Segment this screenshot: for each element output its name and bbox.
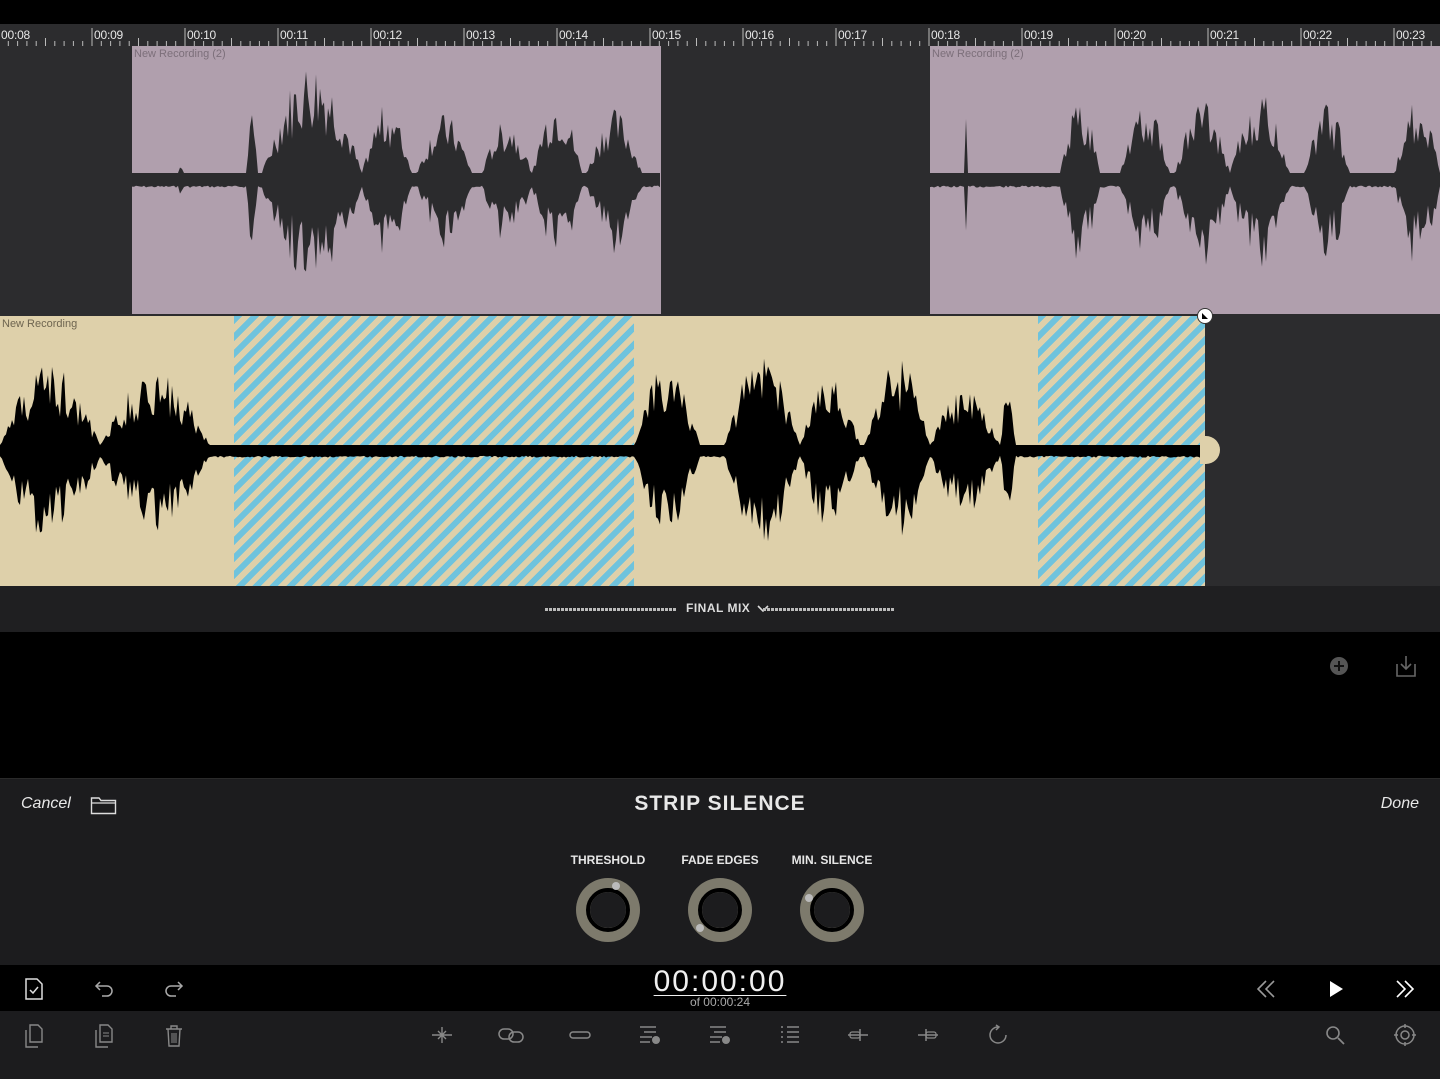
- ruler-label: 00:08: [1, 28, 31, 42]
- ruler-label: 00:21: [1210, 28, 1240, 42]
- settings-gear-icon[interactable]: [1394, 1024, 1416, 1046]
- mix-level-right: [763, 608, 894, 611]
- trim-start-icon[interactable]: [846, 1025, 870, 1045]
- trash-icon[interactable]: [164, 1024, 184, 1048]
- mix-level-left: [545, 608, 676, 611]
- threshold-label: THRESHOLD: [570, 853, 646, 867]
- ruler-label: 00:10: [187, 28, 217, 42]
- ruler-label: 00:09: [94, 28, 124, 42]
- waveform: [132, 71, 660, 272]
- trim-end-icon[interactable]: [916, 1025, 940, 1045]
- ruler-label: 00:16: [745, 28, 775, 42]
- clip-resize-handle-icon[interactable]: [1197, 308, 1213, 324]
- strip-silence-controls: THRESHOLD FADE EDGES MIN. SILENCE: [0, 831, 1440, 965]
- fade-edges-knob[interactable]: [686, 876, 754, 944]
- copy-icon[interactable]: [24, 1024, 44, 1048]
- transport-bar: 00:00:00 of 00:00:24: [0, 965, 1440, 1011]
- audio-clip-top-2[interactable]: New Recording (2): [930, 46, 1440, 314]
- marker-info-icon[interactable]: [708, 1024, 732, 1046]
- timeline[interactable]: 00:08 00:09 00:10 00:11 00:12 00:13 00:14 00:15…: [0, 24, 1440, 586]
- final-mix-label[interactable]: FINAL MIX: [686, 601, 769, 615]
- split-icon[interactable]: [430, 1025, 454, 1045]
- mix-track-area: [0, 632, 1440, 778]
- add-track-icon[interactable]: [1329, 656, 1349, 676]
- add-marker-icon[interactable]: [638, 1024, 662, 1046]
- ruler-label: 00:11: [280, 28, 309, 42]
- waveform: [0, 358, 1205, 542]
- timecode-display[interactable]: 00:00:00: [0, 965, 1440, 999]
- done-button[interactable]: Done: [1381, 795, 1419, 813]
- ruler-label: 00:23: [1396, 28, 1426, 42]
- search-icon[interactable]: [1325, 1025, 1345, 1045]
- strip-silence-header: Cancel STRIP SILENCE Done: [0, 778, 1440, 832]
- play-icon[interactable]: [1327, 979, 1345, 999]
- total-duration: of 00:00:24: [689, 995, 751, 1009]
- list-icon[interactable]: [779, 1024, 801, 1046]
- link-icon[interactable]: [497, 1025, 525, 1045]
- clip-name: New Recording: [2, 318, 78, 330]
- min-silence-knob[interactable]: [798, 876, 866, 944]
- ruler-label: 00:12: [373, 28, 403, 42]
- rewind-icon[interactable]: [1255, 979, 1277, 999]
- ruler-label: 00:19: [1024, 28, 1054, 42]
- waveform: [930, 97, 1440, 267]
- ruler-label: 00:13: [466, 28, 496, 42]
- ruler-label: 00:20: [1117, 28, 1147, 42]
- import-icon[interactable]: [1395, 654, 1417, 678]
- edit-toolbar: [0, 1011, 1440, 1079]
- threshold-knob[interactable]: [574, 876, 642, 944]
- panel-title: STRIP SILENCE: [634, 792, 806, 815]
- fast-forward-icon[interactable]: [1394, 979, 1416, 999]
- audio-clip-top-1[interactable]: New Recording (2): [132, 46, 661, 314]
- paste-icon[interactable]: [94, 1024, 114, 1048]
- clip-trim-handle[interactable]: [1200, 436, 1220, 464]
- ruler-label: 00:17: [838, 28, 868, 42]
- time-ruler[interactable]: 00:08 00:09 00:10 00:11 00:12 00:13 00:14 00:15…: [0, 24, 1440, 48]
- ruler-label: 00:18: [931, 28, 961, 42]
- min-silence-label: MIN. SILENCE: [791, 853, 873, 867]
- ruler-label: 00:15: [652, 28, 682, 42]
- top-strip: [0, 0, 1440, 24]
- loop-icon[interactable]: [987, 1024, 1009, 1046]
- unlink-icon[interactable]: [568, 1025, 592, 1045]
- final-mix-bar[interactable]: FINAL MIX: [0, 586, 1440, 632]
- ruler-label: 00:22: [1303, 28, 1333, 42]
- ruler-label: 00:14: [559, 28, 589, 42]
- fade-edges-label: FADE EDGES: [681, 853, 759, 867]
- audio-clip-bottom[interactable]: New Recording: [0, 316, 1205, 586]
